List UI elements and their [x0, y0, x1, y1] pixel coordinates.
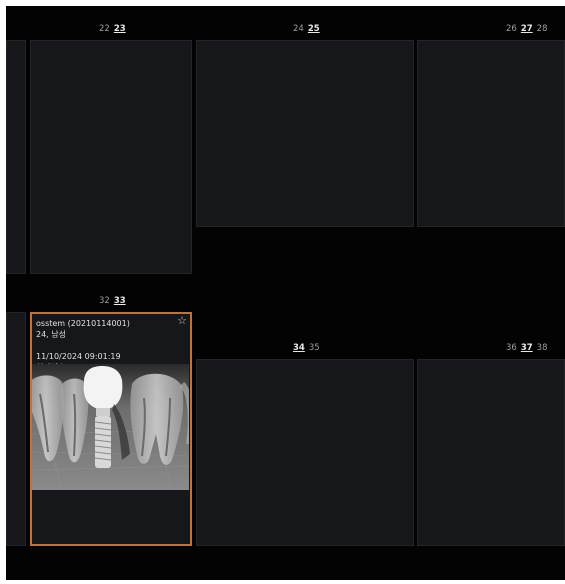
tooth-number-27[interactable]: 27: [521, 24, 533, 34]
tooth-number-35[interactable]: 35: [309, 343, 320, 353]
star-outline-icon[interactable]: ☆: [177, 315, 187, 327]
tooth-number-28[interactable]: 28: [537, 24, 548, 34]
image-slot-left-edge-bottom[interactable]: [6, 312, 26, 546]
tooth-number-26[interactable]: 26: [506, 24, 517, 34]
tooth-group-label-24-25[interactable]: 24 25: [293, 22, 320, 36]
tooth-number-37[interactable]: 37: [521, 343, 533, 353]
tooth-chart-viewer: 22 23 24 25 26 27 28 32 33 34 35 36 37 38 osstem…: [6, 6, 565, 580]
image-slot-34-35[interactable]: [196, 359, 414, 546]
image-slot-24-25[interactable]: [196, 40, 414, 227]
tooth-number-24[interactable]: 24: [293, 24, 304, 34]
tooth-number-32[interactable]: 32: [99, 296, 110, 306]
tooth-group-label-26-28[interactable]: 26 27 28: [506, 22, 548, 36]
tooth-number-36[interactable]: 36: [506, 343, 517, 353]
image-slot-26-28[interactable]: [417, 40, 565, 227]
tooth-group-label-36-38[interactable]: 36 37 38: [506, 341, 548, 355]
tooth-number-33[interactable]: 33: [114, 296, 126, 306]
tooth-number-23[interactable]: 23: [114, 24, 126, 34]
tooth-number-22[interactable]: 22: [99, 24, 110, 34]
image-slot-32-33[interactable]: osstem (20210114001) 24, 남성 11/10/2024 0…: [30, 312, 192, 546]
tooth-number-38[interactable]: 38: [537, 343, 548, 353]
patient-name-id: osstem (20210114001): [36, 319, 130, 328]
image-slot-36-38[interactable]: [417, 359, 565, 546]
xray-image[interactable]: [32, 364, 189, 490]
patient-age-gender: 24, 남성: [36, 330, 66, 339]
image-slot-left-edge-top[interactable]: [6, 40, 26, 274]
tooth-group-label-34-35[interactable]: 34 35: [293, 341, 320, 355]
tooth-group-label-32-33[interactable]: 32 33: [99, 294, 126, 308]
tooth-group-label-22-23[interactable]: 22 23: [99, 22, 126, 36]
tooth-number-25[interactable]: 25: [308, 24, 320, 34]
tooth-number-34[interactable]: 34: [293, 343, 305, 353]
capture-datetime: 11/10/2024 09:01:19: [36, 352, 121, 361]
image-slot-22-23[interactable]: [30, 40, 192, 274]
